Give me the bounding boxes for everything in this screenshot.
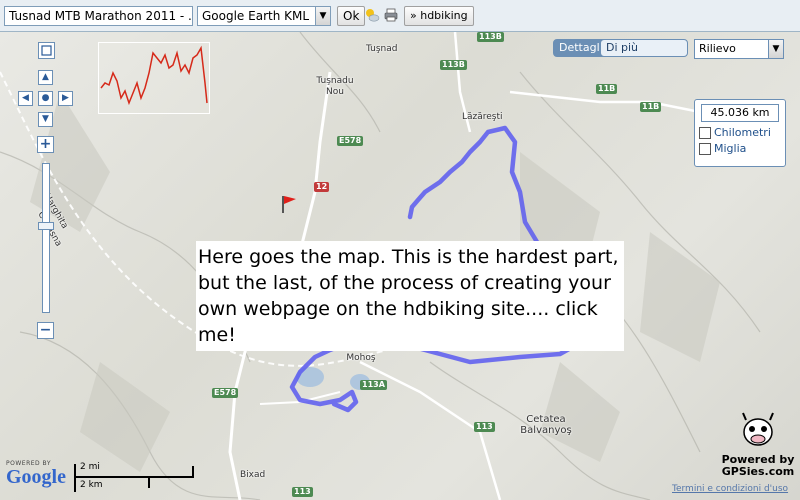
pan-up-button[interactable]: ▲ bbox=[38, 70, 53, 85]
zoom-slider-track[interactable] bbox=[42, 163, 50, 313]
hdbiking-link-button[interactable]: » hdbiking bbox=[404, 6, 474, 26]
export-format-select[interactable]: Google Earth KML ▼ bbox=[197, 6, 331, 26]
miles-option[interactable]: Miglia bbox=[699, 142, 785, 155]
place-label: Tuşnadu Nou bbox=[310, 76, 360, 98]
pan-right-button[interactable]: ▶ bbox=[58, 91, 73, 106]
zoom-slider-handle[interactable] bbox=[38, 222, 54, 230]
scale-tick-mi bbox=[192, 466, 194, 478]
print-icon[interactable] bbox=[383, 7, 399, 23]
scale-line bbox=[74, 476, 194, 478]
km-checkbox[interactable] bbox=[699, 127, 711, 139]
map-placeholder-message[interactable]: Here goes the map. This is the hardest p… bbox=[196, 241, 624, 351]
km-option[interactable]: Chilometri bbox=[699, 126, 785, 139]
flag-marker-icon[interactable] bbox=[280, 195, 298, 213]
scale-bar: 2 mi 2 km bbox=[74, 460, 196, 496]
road-shield: 113B bbox=[440, 60, 467, 70]
gpsies-name: GPSies.com bbox=[721, 465, 795, 478]
ok-button[interactable]: Ok bbox=[337, 6, 366, 26]
scale-miles: 2 mi bbox=[80, 462, 100, 472]
fit-route-button[interactable] bbox=[38, 42, 55, 59]
place-label-text: Cetatea Balvanyoş bbox=[520, 414, 572, 436]
elevation-chart bbox=[100, 45, 208, 106]
powered-by-google[interactable]: POWERED BY Google bbox=[6, 460, 66, 487]
place-label: Cetatea Balvanyoş bbox=[516, 414, 576, 436]
distance-value: 45.036 km bbox=[701, 104, 779, 122]
gpsies-badge[interactable]: Powered by GPSies.com bbox=[720, 410, 796, 486]
zoom-out-button[interactable]: − bbox=[37, 322, 54, 339]
place-label: Tuşnad bbox=[366, 44, 398, 54]
pan-left-button[interactable]: ◀ bbox=[18, 91, 33, 106]
more-button[interactable]: Di più bbox=[600, 39, 688, 57]
chevron-down-icon[interactable]: ▼ bbox=[315, 7, 330, 25]
google-logo: Google bbox=[6, 466, 66, 488]
miles-checkbox[interactable] bbox=[699, 143, 711, 155]
scale-tick-km bbox=[148, 476, 150, 488]
road-shield: 113A bbox=[360, 380, 387, 390]
terms-link[interactable]: Termini e condizioni d'uso bbox=[672, 484, 788, 494]
chevron-down-icon[interactable]: ▼ bbox=[768, 39, 784, 59]
toolbar: Tusnad MTB Marathon 2011 - ... Google Ea… bbox=[0, 0, 800, 32]
road-shield: 113 bbox=[292, 487, 313, 497]
road-shield: E578 bbox=[337, 136, 364, 146]
scale-km: 2 km bbox=[80, 480, 103, 490]
distance-panel: 45.036 km Chilometri Miglia bbox=[694, 99, 786, 167]
pan-center-button[interactable]: ● bbox=[38, 91, 53, 106]
zoom-in-button[interactable]: + bbox=[37, 136, 54, 153]
road-shield: E578 bbox=[212, 388, 239, 398]
place-label: Lăzăreşti bbox=[462, 112, 503, 122]
map-layer-value: Rilievo bbox=[699, 42, 736, 55]
place-label-text: Tuşnadu Nou bbox=[316, 76, 354, 97]
elevation-profile[interactable] bbox=[98, 42, 210, 114]
miles-label: Miglia bbox=[714, 142, 747, 155]
road-shield: 11B bbox=[640, 102, 662, 112]
road-shield: 11B bbox=[596, 84, 618, 94]
track-title-field[interactable]: Tusnad MTB Marathon 2011 - ... bbox=[4, 6, 193, 26]
road-shield: 113B bbox=[477, 32, 504, 42]
place-label: Bixad bbox=[240, 470, 266, 480]
map-layer-select[interactable]: Rilievo ▼ bbox=[694, 39, 784, 59]
road-shield: 113 bbox=[474, 422, 495, 432]
scale-tick-left bbox=[74, 464, 76, 492]
cow-icon bbox=[738, 410, 778, 450]
map-view[interactable]: Tuşnad Tuşnadu Nou Lăzăreşti Harghita Co… bbox=[0, 32, 800, 500]
pan-down-button[interactable]: ▼ bbox=[38, 112, 53, 127]
export-format-value: Google Earth KML bbox=[202, 9, 310, 23]
km-label: Chilometri bbox=[714, 126, 771, 139]
road-shield: 12 bbox=[314, 182, 330, 192]
weather-icon[interactable] bbox=[364, 7, 380, 23]
